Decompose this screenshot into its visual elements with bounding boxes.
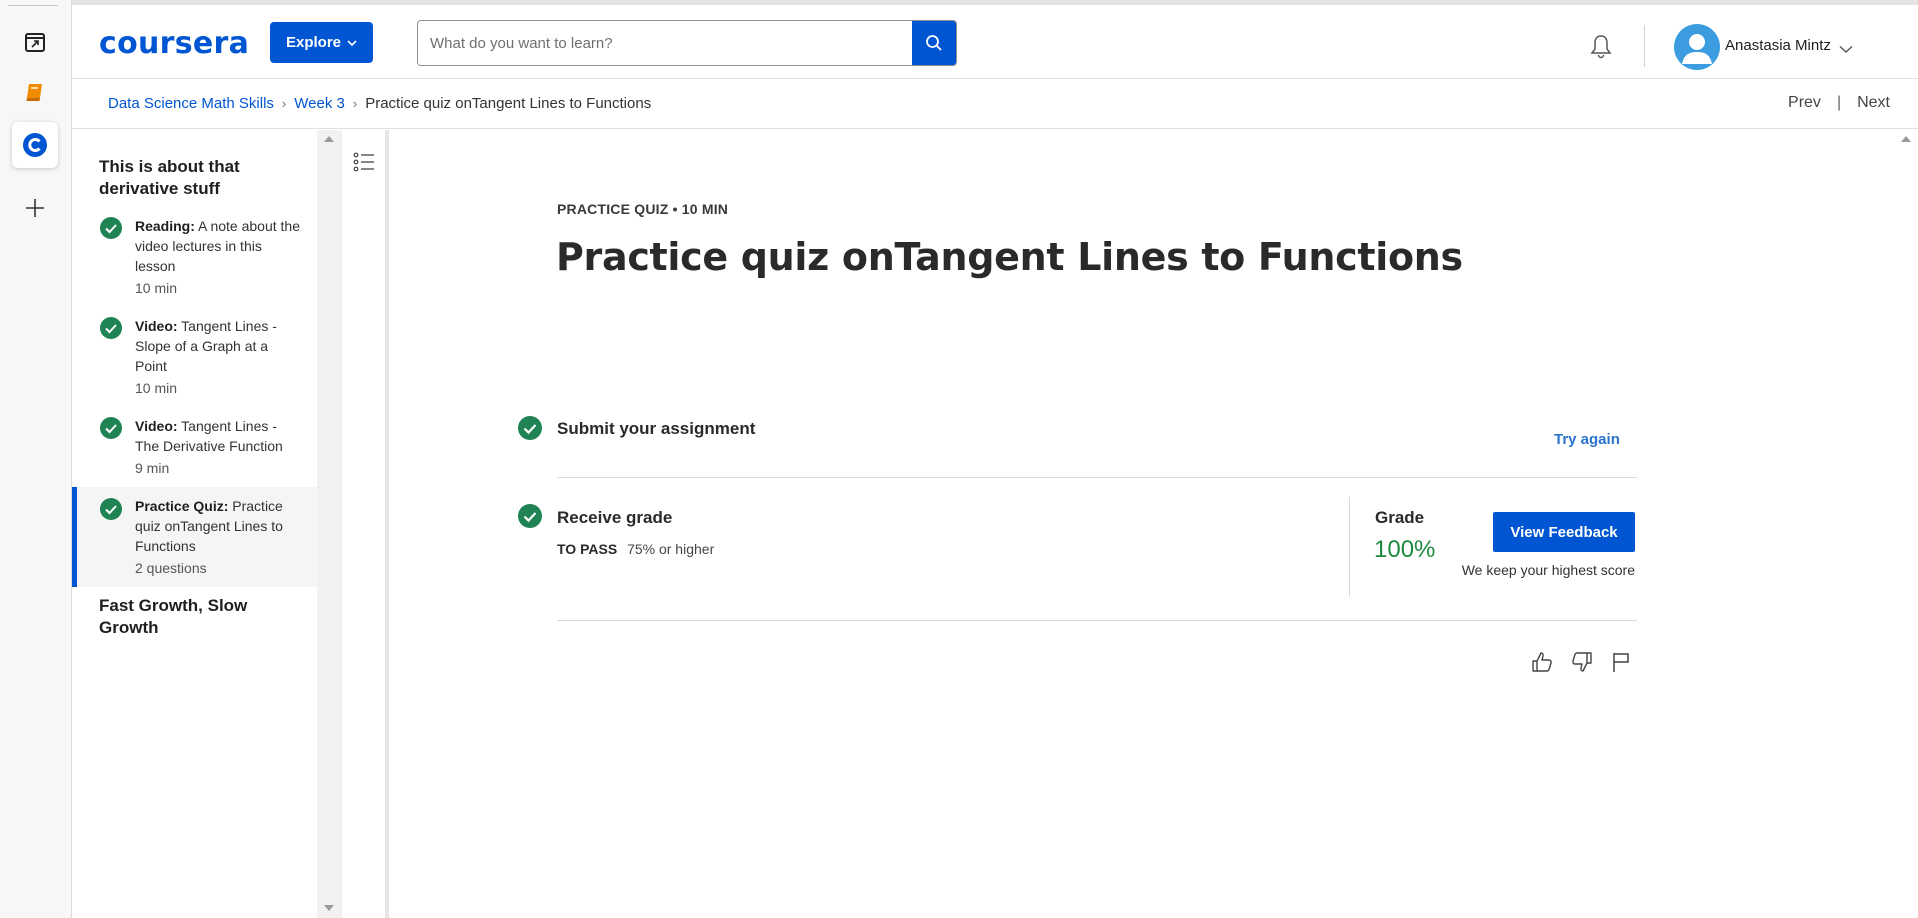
main-content: PRACTICE QUIZ • 10 MIN Practice quiz onT…: [389, 130, 1895, 918]
next-section-title[interactable]: Fast Growth, Slow Growth: [99, 595, 299, 639]
user-name[interactable]: Anastasia Mintz: [1725, 37, 1831, 54]
sidebar-item-video-1[interactable]: Video: Tangent Lines - Slope of a Graph …: [72, 316, 317, 412]
grade-label: Grade: [1375, 508, 1425, 527]
check-circle-icon: [100, 317, 122, 339]
item-meta: 2 questions: [135, 560, 207, 576]
bell-icon: [1590, 35, 1612, 59]
feedback-actions: [1530, 650, 1632, 674]
chevron-right-icon: ›: [352, 96, 358, 111]
breadcrumb-current: Practice quiz onTangent Lines to Functio…: [365, 95, 652, 112]
search-button[interactable]: [912, 21, 956, 65]
quiz-meta: PRACTICE QUIZ • 10 MIN: [557, 201, 729, 217]
book-icon: [26, 84, 42, 101]
scroll-up-icon: [1901, 136, 1911, 142]
rail-add-button[interactable]: [12, 185, 58, 231]
check-circle-icon: [518, 416, 542, 440]
coursera-app-icon: [23, 133, 47, 157]
sidebar-scrollbar[interactable]: [317, 130, 342, 918]
view-feedback-button[interactable]: View Feedback: [1493, 512, 1635, 552]
next-button[interactable]: Next: [1857, 94, 1890, 112]
check-circle-icon: [518, 504, 542, 528]
flag-icon[interactable]: [1610, 650, 1632, 674]
receive-grade-title: Receive grade: [557, 508, 673, 527]
sidebar-item-text: Practice Quiz: Practice quiz onTangent L…: [135, 496, 300, 578]
scroll-down-icon: [324, 905, 334, 911]
divider: [557, 477, 1637, 478]
check-circle-icon: [100, 417, 122, 439]
item-meta: 10 min: [135, 380, 178, 396]
chevron-down-icon: [1839, 45, 1853, 53]
page-title: Practice quiz onTangent Lines to Functio…: [556, 235, 1463, 279]
rail-coursera-button[interactable]: [12, 122, 58, 168]
sidebar-item-text: Reading: A note about the video lectures…: [135, 216, 300, 298]
to-pass-value: 75% or higher: [627, 541, 715, 557]
notifications-button[interactable]: [1589, 33, 1613, 64]
sidebar-item-video-2[interactable]: Video: Tangent Lines - The Derivative Fu…: [72, 416, 317, 492]
top-header: coursera Explore What do you want to lea…: [72, 0, 1918, 79]
user-menu-toggle[interactable]: [1839, 41, 1853, 59]
item-type: Reading:: [135, 218, 195, 234]
scroll-up-icon: [324, 136, 334, 142]
grade-value: 100%: [1374, 536, 1436, 563]
app-rail: [0, 0, 72, 918]
prev-next-nav: Prev | Next: [1788, 94, 1890, 112]
prev-button[interactable]: Prev: [1788, 94, 1821, 112]
coursera-logo[interactable]: coursera: [99, 26, 249, 61]
user-icon: [1682, 34, 1712, 64]
sidebar-item-text: Video: Tangent Lines - Slope of a Graph …: [135, 316, 300, 398]
explore-button[interactable]: Explore: [270, 22, 373, 63]
item-meta: 10 min: [135, 280, 178, 296]
check-circle-icon: [100, 217, 122, 239]
search-box: [417, 20, 957, 66]
sidebar-item-practice-quiz[interactable]: Practice Quiz: Practice quiz onTangent L…: [72, 487, 317, 587]
chevron-right-icon: ›: [281, 96, 287, 111]
plus-icon: [26, 199, 44, 217]
rail-calendar-button[interactable]: [12, 19, 58, 65]
rail-divider: [8, 5, 58, 6]
grade-divider: [1349, 497, 1350, 597]
thumbs-up-icon[interactable]: [1530, 650, 1554, 674]
breadcrumb-bar: Data Science Math Skills › Week 3 › Prac…: [72, 79, 1918, 129]
explore-label: Explore: [285, 34, 342, 51]
item-type: Video:: [135, 318, 178, 334]
calendar-icon: [25, 33, 45, 52]
sidebar-item-text: Video: Tangent Lines - The Derivative Fu…: [135, 416, 300, 478]
header-divider: [1644, 25, 1645, 67]
rail-book-button[interactable]: [12, 69, 58, 115]
list-icon: [353, 152, 374, 172]
highest-score-note: We keep your highest score: [1461, 562, 1635, 578]
item-type: Practice Quiz:: [135, 498, 229, 514]
toggle-outline-button[interactable]: [343, 139, 385, 185]
chevron-down-icon: [347, 39, 357, 46]
app-root: coursera Explore What do you want to lea…: [0, 0, 1918, 918]
thumbs-down-icon[interactable]: [1570, 650, 1594, 674]
check-circle-icon: [100, 498, 122, 520]
search-input[interactable]: [418, 21, 914, 65]
breadcrumb: Data Science Math Skills › Week 3 › Prac…: [108, 95, 651, 112]
divider: [557, 620, 1637, 621]
to-pass-label: TO PASS: [557, 541, 618, 557]
main-scrollbar[interactable]: [1895, 130, 1918, 918]
breadcrumb-link-course[interactable]: Data Science Math Skills: [108, 95, 274, 112]
submit-assignment-title: Submit your assignment: [557, 419, 756, 438]
item-meta: 9 min: [135, 460, 170, 476]
try-again-button[interactable]: Try again: [1554, 431, 1620, 448]
pass-requirement: TO PASS 75% or higher: [557, 541, 714, 557]
nav-separator: |: [1836, 94, 1842, 111]
avatar[interactable]: [1674, 24, 1720, 70]
search-icon: [926, 35, 942, 51]
item-type: Video:: [135, 418, 178, 434]
breadcrumb-link-week[interactable]: Week 3: [294, 95, 345, 112]
sidebar-item-reading[interactable]: Reading: A note about the video lectures…: [72, 216, 317, 312]
course-outline-sidebar: This is about that derivative stuff Read…: [72, 130, 317, 918]
section-title[interactable]: This is about that derivative stuff: [99, 156, 299, 200]
